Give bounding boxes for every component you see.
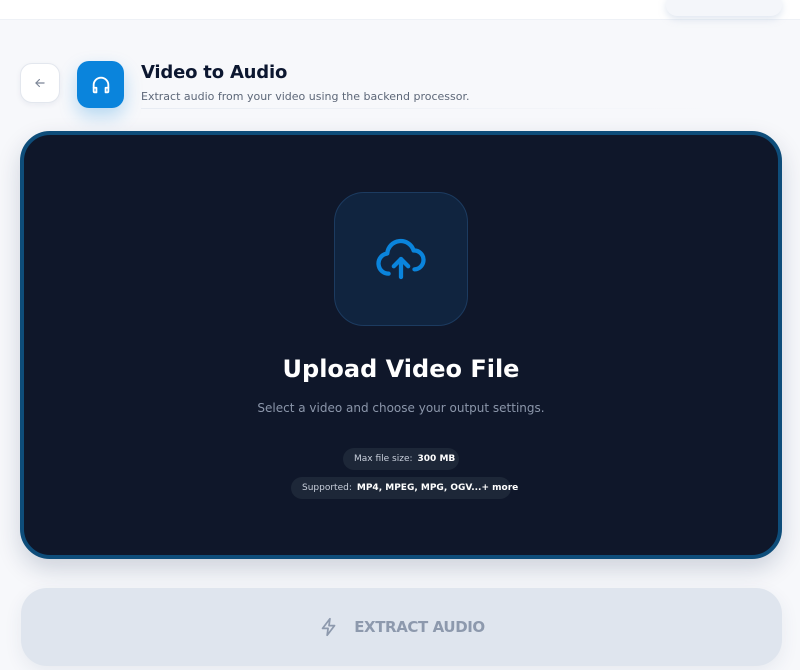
max-file-size-badge: Max file size: 300 MB: [343, 448, 459, 470]
extract-audio-button[interactable]: EXTRACT AUDIO: [21, 588, 782, 666]
upload-icon-box: [334, 192, 468, 326]
arrow-left-icon: [35, 78, 45, 88]
max-file-size-label: Max file size:: [354, 454, 413, 464]
supported-formats-label: Supported:: [302, 483, 352, 493]
max-file-size-value: 300 MB: [417, 454, 456, 464]
header-divider: [141, 108, 721, 109]
extract-audio-label: EXTRACT AUDIO: [354, 618, 485, 636]
upload-dropzone[interactable]: Upload Video File Select a video and cho…: [20, 131, 782, 559]
tool-icon-badge: [77, 61, 124, 108]
back-button[interactable]: [20, 63, 60, 103]
page-title: Video to Audio: [141, 62, 288, 83]
supported-formats-value: MP4, MPEG, MPG, OGV...+ more: [356, 483, 519, 493]
headphones-icon: [92, 76, 109, 93]
top-header-bar: [0, 0, 800, 20]
supported-formats-badge: Supported: MP4, MPEG, MPG, OGV...+ more: [291, 477, 518, 499]
upload-description: Select a video and choose your output se…: [257, 401, 545, 415]
cloud-upload-icon: [376, 238, 426, 280]
page-subtitle: Extract audio from your video using the …: [141, 90, 470, 103]
lightning-icon: [321, 617, 336, 637]
header-action-pill[interactable]: [666, 0, 782, 16]
upload-title: Upload Video File: [282, 355, 520, 383]
video-to-audio-page: Video to Audio Extract audio from your v…: [0, 0, 800, 670]
